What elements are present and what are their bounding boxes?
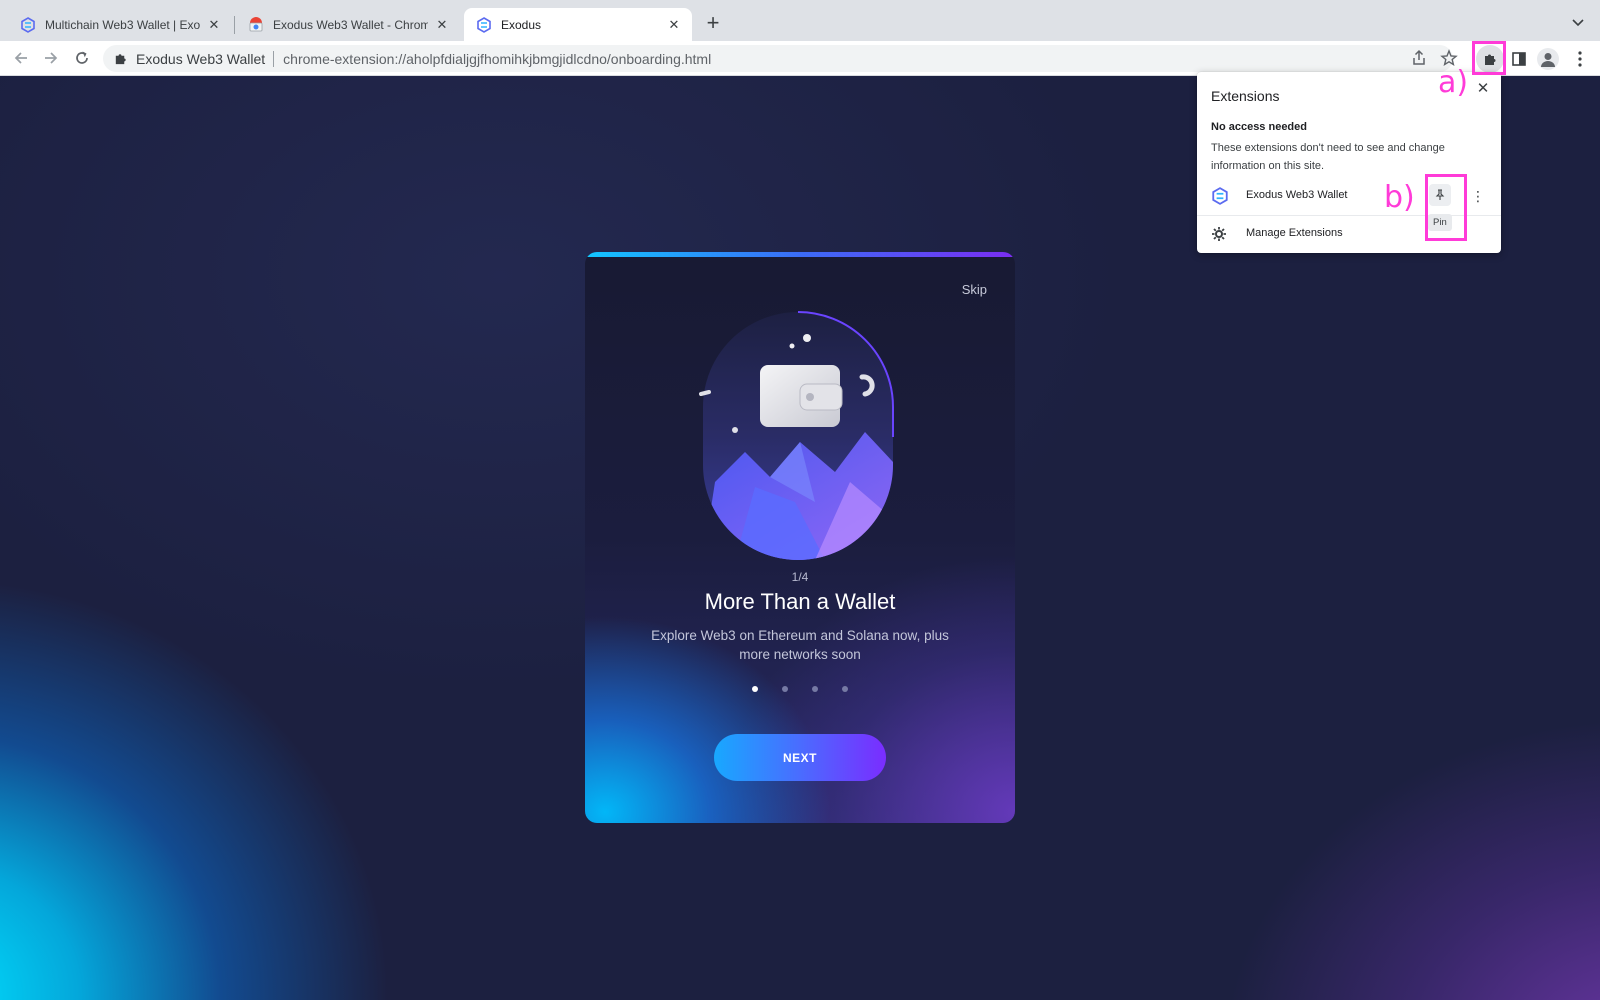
pagination-dot[interactable]	[812, 686, 818, 692]
onboarding-subtext: Explore Web3 on Ethereum and Solana now,…	[651, 628, 949, 662]
puzzle-piece-icon	[115, 54, 126, 65]
exodus-logo-icon	[21, 16, 35, 33]
skip-link[interactable]: Skip	[962, 282, 987, 297]
reload-icon[interactable]	[72, 48, 92, 68]
step-indicator: 1/4	[791, 570, 809, 584]
popup-title: Extensions	[1211, 88, 1280, 104]
gear-icon	[1212, 227, 1226, 241]
forward-arrow-icon[interactable]	[41, 48, 61, 68]
pagination-dots	[585, 686, 1015, 692]
pagination-dot[interactable]	[842, 686, 848, 692]
chrome-menu-icon[interactable]	[1569, 48, 1591, 70]
site-chip[interactable]: Exodus Web3 Wallet	[136, 51, 265, 67]
annotation-box-b	[1425, 174, 1467, 241]
tab-chrome-web-store[interactable]: Exodus Web3 Wallet - Chrome Web Store ✕	[236, 8, 460, 41]
onboarding-card: Skip 1/4 More Than a Wallet Explore Web3…	[585, 252, 1015, 823]
tab-title: Exodus Web3 Wallet - Chrome Web Store	[273, 17, 428, 32]
address-bar[interactable]: Exodus Web3 Wallet chrome-extension://ah…	[103, 45, 1453, 72]
tab-search-chevron-icon[interactable]	[1571, 16, 1585, 30]
tab-close-icon[interactable]: ✕	[666, 17, 682, 33]
pagination-dot[interactable]	[752, 686, 758, 692]
chrome-web-store-icon	[249, 16, 263, 31]
next-button[interactable]: NEXT	[714, 734, 886, 781]
back-arrow-icon[interactable]	[11, 48, 31, 68]
card-accent-bar	[585, 252, 1015, 257]
tab-title: Exodus	[501, 17, 542, 32]
no-access-heading: No access needed	[1211, 121, 1307, 133]
url-text[interactable]: chrome-extension://aholpfdialjgjfhomihkj…	[283, 51, 711, 67]
annotation-label-b: b)	[1384, 180, 1415, 215]
share-icon[interactable]	[1410, 49, 1428, 67]
close-icon[interactable]: ✕	[1474, 80, 1492, 98]
more-options-icon[interactable]: ⋮	[1471, 187, 1485, 205]
tab-close-icon[interactable]: ✕	[434, 17, 450, 33]
pagination-dot[interactable]	[782, 686, 788, 692]
manage-extensions-label: Manage Extensions	[1246, 227, 1343, 239]
exodus-logo-icon	[1212, 187, 1228, 205]
no-access-description: These extensions don't need to see and c…	[1211, 142, 1445, 172]
tab-divider	[234, 16, 235, 34]
new-tab-button[interactable]: +	[702, 12, 724, 35]
extension-name: Exodus Web3 Wallet	[1246, 189, 1348, 201]
omnibox-divider	[273, 50, 275, 67]
annotation-label-a: a)	[1438, 65, 1469, 100]
person-icon	[1541, 53, 1555, 67]
tab-title: Multichain Web3 Wallet | Exodus	[45, 17, 200, 32]
profile-avatar[interactable]	[1537, 48, 1559, 70]
onboarding-headline: More Than a Wallet	[704, 589, 896, 614]
tab-exodus-website[interactable]: Multichain Web3 Wallet | Exodus ✕	[8, 8, 232, 41]
tab-exodus-onboarding[interactable]: Exodus ✕	[464, 8, 692, 41]
tab-strip: Multichain Web3 Wallet | Exodus ✕ Exodus…	[0, 0, 1600, 41]
browser-toolbar: Exodus Web3 Wallet chrome-extension://ah…	[0, 41, 1600, 76]
wallet-illustration	[699, 311, 894, 560]
annotation-box-a	[1472, 41, 1506, 75]
side-panel-icon[interactable]	[1508, 48, 1530, 70]
exodus-logo-icon	[477, 16, 491, 33]
tab-close-icon[interactable]: ✕	[206, 17, 222, 33]
